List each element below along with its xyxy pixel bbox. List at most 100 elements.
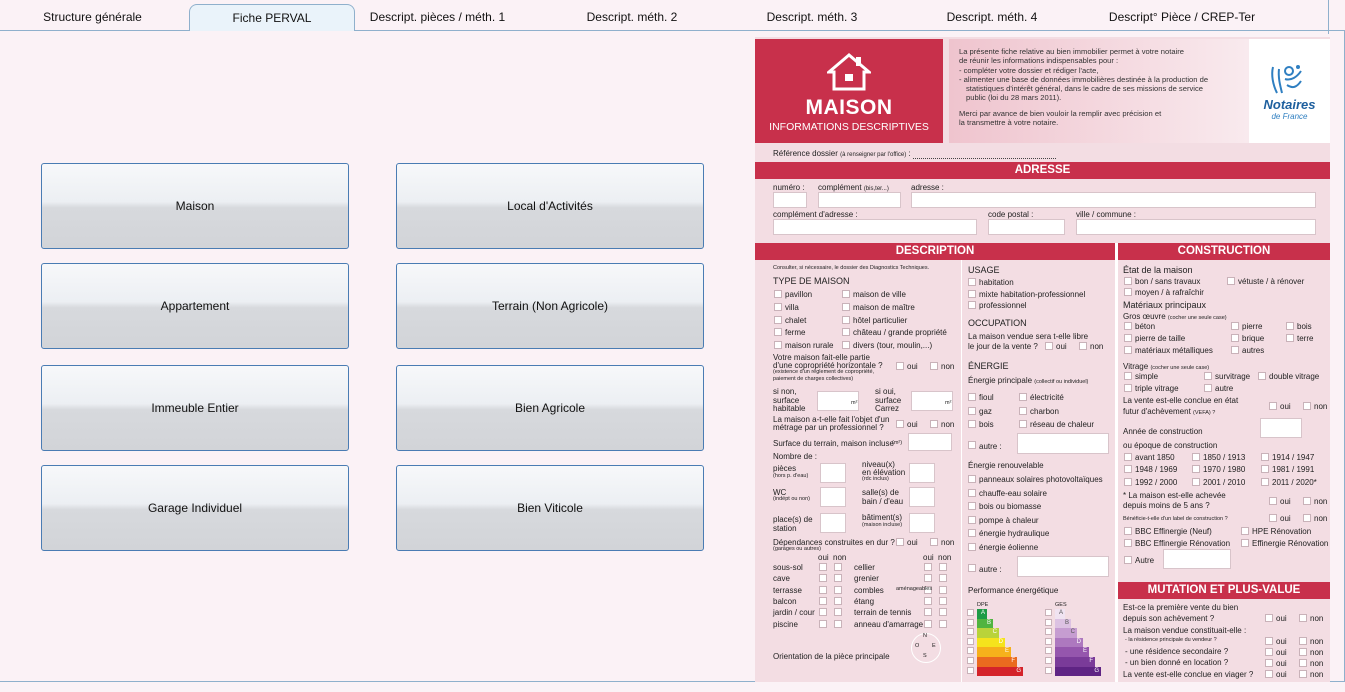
appartement-button[interactable]: Appartement (41, 263, 349, 349)
checkbox-energie[interactable] (968, 420, 976, 428)
checkbox-dpe[interactable] (967, 628, 974, 636)
checkbox-dep-non[interactable] (939, 574, 947, 583)
checkbox-achevee-oui[interactable] (1269, 497, 1277, 505)
checkbox-materiau[interactable] (1231, 322, 1239, 330)
checkbox-dep-oui[interactable] (924, 574, 932, 583)
checkbox-etat[interactable] (1227, 277, 1235, 285)
checkbox-occupation-oui[interactable] (1045, 342, 1053, 350)
checkbox-dep-non[interactable] (939, 608, 947, 617)
checkbox-dpe[interactable] (967, 609, 974, 616)
checkbox-epoque[interactable] (1261, 453, 1269, 461)
checkbox-type[interactable] (774, 302, 782, 311)
checkbox-dep-oui[interactable] (819, 585, 827, 594)
checkbox-dpe[interactable] (967, 657, 974, 664)
checkbox-etat[interactable] (1124, 277, 1132, 285)
local-activites-button[interactable]: Local d'Activités (396, 163, 704, 249)
garage-individuel-button[interactable]: Garage Individuel (41, 465, 349, 551)
checkbox-etat[interactable] (1124, 288, 1132, 296)
checkbox-dep-non[interactable] (834, 574, 842, 583)
checkbox-renouvelable[interactable] (968, 502, 976, 510)
checkbox-premiere-vente-non[interactable] (1299, 614, 1307, 622)
checkbox-dep-non[interactable] (834, 619, 842, 628)
checkbox-type[interactable] (774, 290, 782, 298)
checkbox-type[interactable] (842, 315, 850, 324)
checkbox-dep-non[interactable] (939, 563, 947, 571)
checkbox-viager-oui[interactable] (1265, 670, 1273, 678)
checkbox-energie[interactable] (968, 406, 976, 415)
checkbox-label-bbc-neuf[interactable] (1124, 527, 1132, 535)
tab-descript-meth-2[interactable]: Descript. méth. 2 (552, 4, 712, 31)
checkbox-energie[interactable] (1019, 393, 1027, 401)
checkbox-achevee-non[interactable] (1303, 497, 1311, 505)
checkbox-label-effinergie[interactable] (1241, 539, 1249, 547)
checkbox-dep-non[interactable] (834, 608, 842, 617)
reference-field[interactable] (912, 158, 1056, 160)
checkbox-ges[interactable] (1045, 637, 1052, 645)
checkbox-dep-oui[interactable] (819, 596, 827, 605)
bien-agricole-button[interactable]: Bien Agricole (396, 365, 704, 451)
checkbox-label-non[interactable] (1303, 514, 1311, 522)
checkbox-renouvelable[interactable] (968, 529, 976, 537)
checkbox-epoque[interactable] (1192, 465, 1200, 474)
checkbox-dep-non[interactable] (939, 619, 947, 628)
salles-field[interactable] (909, 487, 935, 507)
tab-descript-meth-3[interactable]: Descript. méth. 3 (732, 4, 892, 31)
checkbox-ges[interactable] (1045, 628, 1052, 636)
tab-structure-generale[interactable]: Structure générale (10, 4, 175, 31)
checkbox-dep-non[interactable] (939, 585, 947, 594)
checkbox-materiau[interactable] (1231, 334, 1239, 342)
checkbox-usage[interactable] (968, 278, 976, 286)
checkbox-copro-oui[interactable] (896, 362, 904, 370)
checkbox-residence-principale-non[interactable] (1299, 637, 1307, 645)
checkbox-epoque[interactable] (1124, 465, 1132, 474)
checkbox-epoque[interactable] (1192, 453, 1200, 461)
checkbox-dep-oui[interactable] (819, 563, 827, 571)
energie-autre-field[interactable] (1017, 433, 1109, 454)
checkbox-ges[interactable] (1045, 618, 1052, 626)
checkbox-dep-oui[interactable] (819, 619, 827, 628)
checkbox-energie[interactable] (1019, 406, 1027, 415)
checkbox-label-bbc-renovation[interactable] (1124, 539, 1132, 547)
maison-button[interactable]: Maison (41, 163, 349, 249)
checkbox-dep-non[interactable] (834, 596, 842, 605)
checkbox-energie[interactable] (968, 393, 976, 401)
checkbox-vefa-non[interactable] (1303, 402, 1311, 410)
checkbox-metrage-non[interactable] (930, 420, 938, 428)
checkbox-vitrage[interactable] (1124, 372, 1132, 380)
checkbox-dependances-non[interactable] (930, 538, 938, 546)
checkbox-renouvelable-autre[interactable] (968, 564, 976, 572)
checkbox-dep-oui[interactable] (819, 574, 827, 583)
pieces-field[interactable] (820, 463, 846, 483)
checkbox-copro-non[interactable] (930, 362, 938, 370)
checkbox-epoque[interactable] (1261, 465, 1269, 474)
checkbox-dep-oui[interactable] (924, 608, 932, 617)
complement-field[interactable] (818, 192, 901, 208)
places-field[interactable] (820, 513, 846, 533)
checkbox-vitrage[interactable] (1204, 372, 1212, 380)
checkbox-materiau[interactable] (1124, 322, 1132, 330)
niveaux-field[interactable] (909, 463, 935, 483)
checkbox-renouvelable[interactable] (968, 515, 976, 524)
checkbox-energie[interactable] (1019, 420, 1027, 428)
checkbox-dep-non[interactable] (834, 563, 842, 571)
wc-field[interactable] (820, 487, 846, 507)
checkbox-usage[interactable] (968, 289, 976, 298)
checkbox-dpe[interactable] (967, 666, 974, 674)
checkbox-label-hpe[interactable] (1241, 527, 1249, 535)
checkbox-vefa-oui[interactable] (1269, 402, 1277, 410)
checkbox-materiau[interactable] (1124, 346, 1132, 354)
complement-adresse-field[interactable] (773, 219, 977, 235)
annee-construction-field[interactable] (1260, 418, 1302, 438)
checkbox-label-oui[interactable] (1269, 514, 1277, 522)
checkbox-vitrage[interactable] (1124, 384, 1132, 392)
checkbox-dep-oui[interactable] (819, 608, 827, 617)
checkbox-renouvelable[interactable] (968, 475, 976, 483)
checkbox-renouvelable[interactable] (968, 488, 976, 497)
checkbox-ges[interactable] (1045, 666, 1052, 674)
checkbox-ges[interactable] (1045, 657, 1052, 664)
checkbox-location-oui[interactable] (1265, 659, 1273, 667)
checkbox-location-non[interactable] (1299, 659, 1307, 667)
ville-field[interactable] (1076, 219, 1316, 235)
renouvelable-autre-field[interactable] (1017, 556, 1109, 577)
checkbox-materiau[interactable] (1124, 334, 1132, 342)
